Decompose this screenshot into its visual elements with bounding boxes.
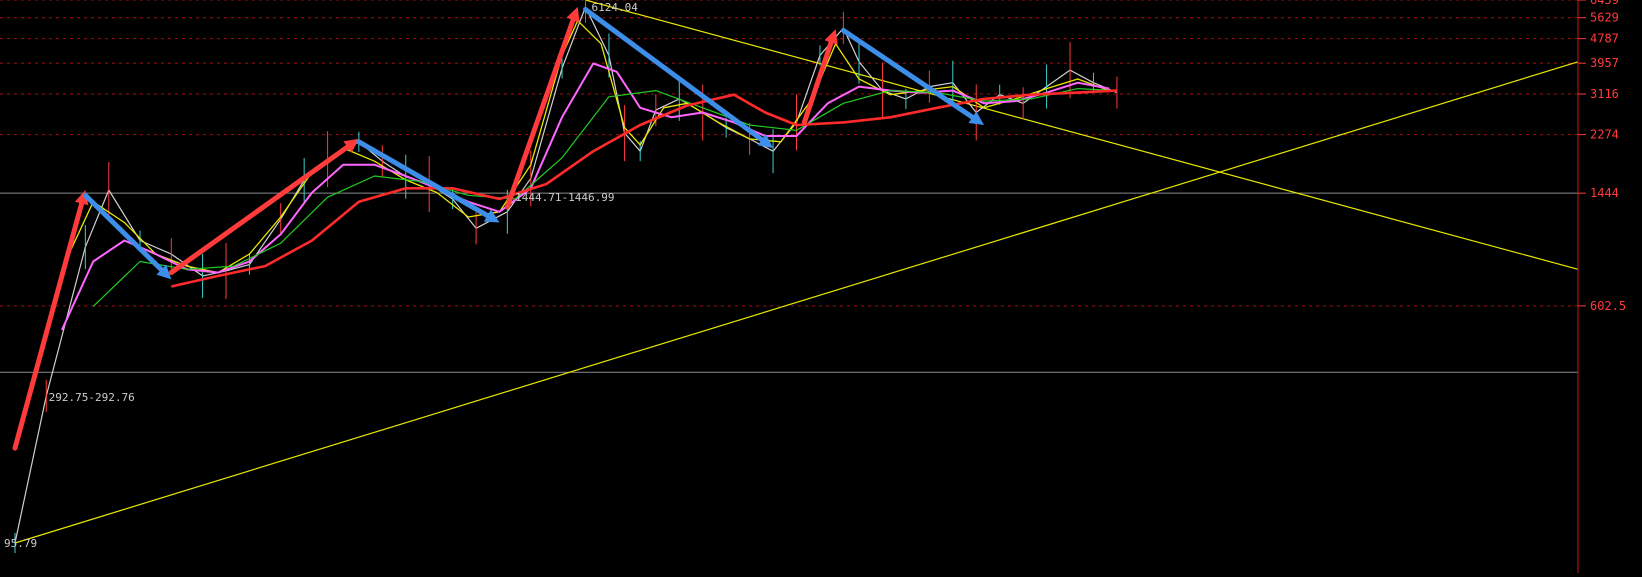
- y-tick-label: 5629: [1590, 11, 1619, 25]
- annotation-label: 95.79: [4, 537, 37, 550]
- chart-container: 6124.04 1444.71-1446.99 292.75-292.76 95.79…: [0, 0, 1642, 573]
- y-tick-label: 6459: [1590, 0, 1619, 7]
- y-tick-label: 3957: [1590, 56, 1619, 70]
- chart-background: [0, 0, 1642, 573]
- y-tick-label: 3116: [1590, 87, 1619, 101]
- y-tick-label: 2274: [1590, 128, 1619, 142]
- y-tick-label: 602.5: [1590, 299, 1626, 313]
- y-tick-label: 1444: [1590, 186, 1619, 200]
- price-chart: 6124.04 1444.71-1446.99 292.75-292.76 95.79…: [0, 0, 1642, 573]
- annotation-label: 6124.04: [591, 1, 638, 14]
- annotation-label: 1444.71-1446.99: [515, 191, 614, 204]
- annotation-label: 292.75-292.76: [49, 391, 135, 404]
- y-tick-label: 4787: [1590, 32, 1619, 46]
